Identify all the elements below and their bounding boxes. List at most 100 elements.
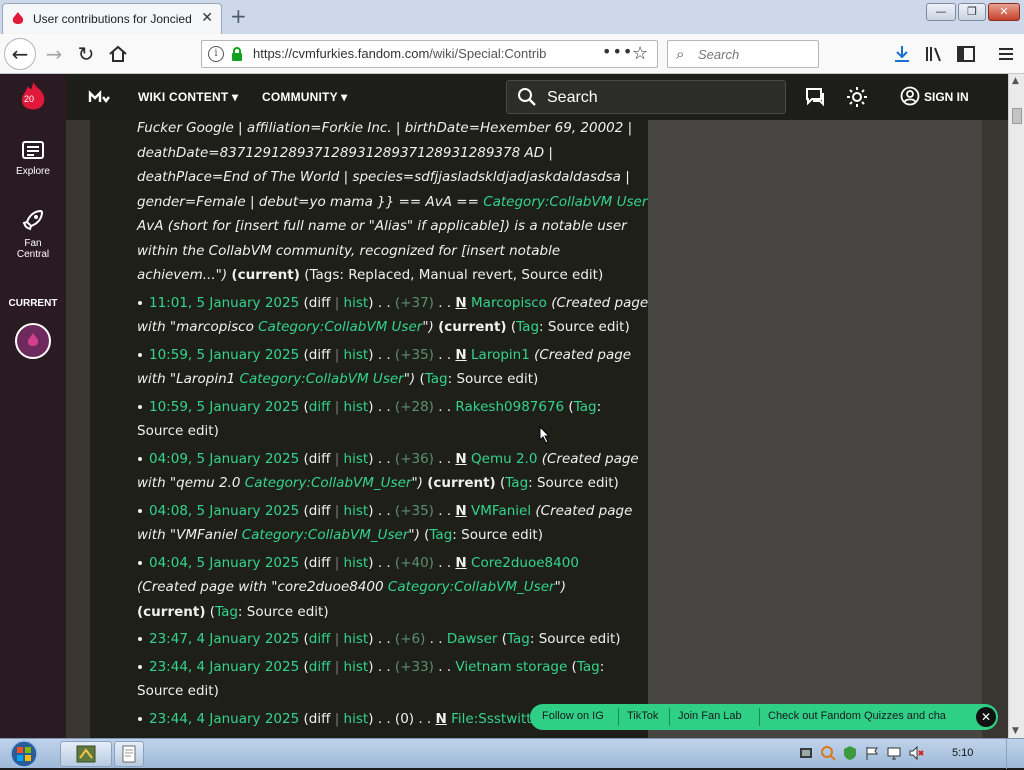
browser-tab-active[interactable]: User contributions for Joncied ✕	[2, 3, 222, 34]
category-link[interactable]: Category:CollabVM User	[258, 319, 422, 335]
library-icon[interactable]	[922, 42, 946, 66]
start-button[interactable]	[5, 739, 43, 769]
hamburger-menu-icon[interactable]	[994, 42, 1018, 66]
page-actions-icon[interactable]: •••	[602, 42, 633, 61]
new-tab-button[interactable]: +	[230, 4, 247, 28]
page-link[interactable]: Laropin1	[471, 347, 530, 363]
sign-in-button[interactable]: SIGN IN	[900, 86, 1020, 108]
reload-icon[interactable]: ↻	[74, 42, 98, 66]
contribution-row: 11:01, 5 January 2025 (diff | hist) . . …	[149, 295, 649, 311]
window-maximize-button[interactable]: ❐	[958, 3, 986, 21]
wiki-logo-icon[interactable]	[88, 89, 114, 105]
page-link[interactable]: VMFaniel	[471, 503, 531, 519]
page-scrollbar[interactable]: ▲ ▼	[1008, 74, 1024, 738]
page-link[interactable]: Dawser	[447, 631, 498, 647]
diff-link[interactable]: diff	[309, 659, 331, 675]
tray-search-icon[interactable]	[820, 745, 836, 761]
timestamp-link[interactable]: 23:44, 4 January 2025	[149, 711, 299, 727]
url-text[interactable]: https://cvmfurkies.fandom.com/wiki/Speci…	[253, 46, 546, 61]
tag-link[interactable]: Tag	[429, 527, 452, 543]
tray-flag-icon[interactable]	[864, 745, 880, 761]
back-arrow-icon[interactable]: ←	[4, 38, 36, 70]
intro-line-1: Fucker Google | affiliation=Forkie Inc. …	[137, 120, 632, 136]
current-wiki-avatar[interactable]	[15, 323, 51, 359]
category-link[interactable]: Category:CollabVM_User	[242, 527, 409, 543]
category-link[interactable]: Category:CollabVM_User	[388, 579, 555, 595]
tab-close-icon[interactable]: ✕	[201, 10, 213, 26]
forward-arrow-icon[interactable]: →	[42, 42, 66, 66]
hist-link[interactable]: hist	[344, 347, 369, 363]
taskbar-app-1[interactable]	[60, 741, 112, 767]
close-icon[interactable]: ✕	[976, 707, 996, 727]
bookmark-star-icon[interactable]: ☆	[632, 43, 648, 64]
hist-link[interactable]: hist	[344, 631, 369, 647]
hist-link[interactable]: hist	[344, 399, 369, 415]
contribution-row-cont: with "Laropin1 Category:CollabVM User") …	[137, 371, 539, 387]
timestamp-link[interactable]: 10:59, 5 January 2025	[149, 347, 299, 363]
timestamp-link[interactable]: 11:01, 5 January 2025	[149, 295, 299, 311]
sidebar-toggle-icon[interactable]	[954, 42, 978, 66]
downloads-icon[interactable]	[890, 42, 914, 66]
page-link[interactable]: Marcopisco	[471, 295, 547, 311]
tag-link[interactable]: Tag	[516, 319, 539, 335]
rail-fan-central[interactable]: Fan Central	[0, 208, 66, 260]
follow-ig-link[interactable]: Follow on IG	[542, 710, 604, 722]
hist-link[interactable]: hist	[344, 295, 369, 311]
fandom-quizzes-link[interactable]: Check out Fandom Quizzes and cha	[768, 710, 968, 722]
explore-icon	[22, 141, 44, 159]
tray-volume-muted-icon[interactable]	[908, 745, 924, 761]
tag-link[interactable]: Tag	[577, 659, 600, 675]
contribution-row: 23:47, 4 January 2025 (diff | hist) . . …	[149, 631, 621, 647]
tray-network-icon[interactable]	[798, 745, 814, 761]
category-link[interactable]: Category:CollabVM_User	[245, 475, 412, 491]
hist-link[interactable]: hist	[344, 555, 369, 571]
tag-link[interactable]: Tag	[215, 604, 238, 620]
window-minimize-button[interactable]: —	[926, 3, 956, 21]
taskbar-app-2[interactable]	[114, 741, 144, 767]
rail-explore[interactable]: Explore	[0, 140, 66, 177]
taskbar-clock[interactable]: 5:10	[952, 747, 973, 759]
diff-link[interactable]: diff	[309, 631, 331, 647]
scrollbar-thumb[interactable]	[1012, 108, 1022, 124]
window-close-button[interactable]: ✕	[988, 3, 1020, 21]
discussions-icon[interactable]	[804, 86, 826, 108]
timestamp-link[interactable]: 23:44, 4 January 2025	[149, 659, 299, 675]
show-desktop-button[interactable]	[1006, 739, 1024, 769]
timestamp-link[interactable]: 04:08, 5 January 2025	[149, 503, 299, 519]
hist-link[interactable]: hist	[344, 659, 369, 675]
scroll-down-arrow-icon[interactable]: ▼	[1012, 726, 1019, 736]
hist-link[interactable]: hist	[344, 451, 369, 467]
tiktok-link[interactable]: TikTok	[627, 710, 658, 722]
timestamp-link[interactable]: 23:47, 4 January 2025	[149, 631, 299, 647]
edit-summary: (Created page	[541, 451, 639, 467]
tray-shield-icon[interactable]	[842, 745, 858, 761]
page-link[interactable]: Vietnam storage	[455, 659, 567, 675]
page-link[interactable]: Qemu 2.0	[471, 451, 537, 467]
hist-link[interactable]: hist	[344, 503, 369, 519]
diff-link[interactable]: diff	[309, 399, 331, 415]
page-link[interactable]: Rakesh0987676	[455, 399, 564, 415]
theme-toggle-sun-icon[interactable]	[846, 86, 868, 108]
timestamp-link[interactable]: 04:09, 5 January 2025	[149, 451, 299, 467]
timestamp-link[interactable]: 04:04, 5 January 2025	[149, 555, 299, 571]
tag-link[interactable]: Tag	[425, 371, 448, 387]
scroll-up-arrow-icon[interactable]: ▲	[1012, 76, 1019, 86]
timestamp-link[interactable]: 10:59, 5 January 2025	[149, 399, 299, 415]
tray-display-icon[interactable]	[886, 745, 902, 761]
category-link[interactable]: Category:CollabVM User	[240, 371, 404, 387]
browser-search-box[interactable]: ⌕ Search	[667, 40, 819, 68]
site-info-icon[interactable]: i	[208, 46, 224, 62]
tag-link[interactable]: Tag	[505, 475, 528, 491]
community-menu[interactable]: COMMUNITY ▾	[262, 90, 347, 104]
tag-link[interactable]: Tag	[507, 631, 530, 647]
home-icon[interactable]	[106, 42, 130, 66]
join-fan-lab-link[interactable]: Join Fan Lab	[678, 710, 742, 722]
wiki-content-menu[interactable]: WIKI CONTENT ▾	[138, 90, 238, 104]
address-bar[interactable]: i https://cvmfurkies.fandom.com/wiki/Spe…	[201, 40, 658, 68]
tag-link[interactable]: Tag	[574, 399, 597, 415]
intro-category-link[interactable]: Category:CollabVM User	[483, 194, 647, 210]
wiki-search-box[interactable]: Search	[506, 80, 786, 114]
hist-link[interactable]: hist	[344, 711, 369, 727]
current-wiki-flame-icon	[27, 333, 39, 346]
page-link[interactable]: Core2duoe8400	[471, 555, 579, 571]
